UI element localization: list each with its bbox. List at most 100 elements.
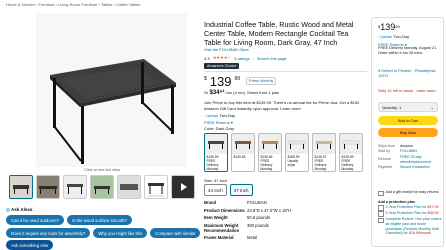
thumbnail[interactable] [36,175,60,199]
price-currency: $ [204,76,207,82]
monthly-amount: $34⁶² [209,90,225,96]
question-chip[interactable]: Can it be used outdoors? [6,215,65,225]
spec-key: Brand [204,200,217,205]
buybox-prime-badge: ✓prime Two-Day [378,34,409,39]
price-cents: 99 [234,76,241,82]
monthly-text[interactable]: /mo (4 mo). Select from 1 plan [225,90,279,95]
ratings-count[interactable]: 5 ratings [234,56,249,61]
price-cents: 99 [395,24,400,29]
seller-key: Returns [378,157,391,162]
swatch-price: $149.85 [233,154,246,159]
plan-label[interactable]: 2-Year Protection Plan for [386,205,427,209]
qty-value: 1 [399,104,402,110]
checkbox[interactable] [378,190,384,197]
question-chip[interactable]: Does it require any tools for assembly? [6,228,91,238]
product-title: Industrial Coffee Table, Rustic Wood and… [204,20,354,47]
price-whole: 139 [380,22,396,32]
rating-row: 4.3 ★★★★☆ 5 ratings | Search this page [204,55,287,61]
swatch-note: Usually ships [287,158,299,167]
color-swatch[interactable]: $139.99 FREE Delivery Monday [339,133,363,172]
size-options: 44 Inch 47 Inch [204,184,253,196]
spec-value: 300 pounds [247,222,269,228]
stock-status: Only 12 left in stock - order soon. [378,88,437,93]
video-thumbnail[interactable] [171,175,195,199]
image-caption[interactable]: Click to see full view [84,167,120,172]
size-option[interactable]: 44 Inch [204,184,227,196]
prime-offer-text[interactable]: Join Prime to buy this item at $139.99. … [204,100,366,111]
add-to-cart-button[interactable]: Add to Cart [378,116,438,125]
qty-label: Quantity: [382,104,399,110]
question-chip[interactable]: Is the wood surface smooth? [67,215,132,225]
spec-key: Product Dimensions [204,207,245,213]
product-specs: Brand FOLUBAN Product Dimensions 23.6"D x … [204,200,291,243]
delivery-info: FREE Delivery Monday, August 21. Order w… [378,46,438,55]
thumbnail[interactable] [90,175,114,199]
spec-key: Item Weight [204,215,228,220]
deliver-to-location[interactable]: ⌖ Deliver to Pioneer - Philadelphia 1912… [378,69,440,79]
price-whole: 139 [209,74,232,89]
store-link[interactable]: Visit the FOLUBAN Store [204,47,249,52]
spec-value: Metal [247,235,258,240]
checkbox[interactable] [378,217,384,224]
seller-row: Returns FREE 30-day refund/replacement [378,155,446,166]
checkbox[interactable] [378,211,384,217]
plan-label[interactable]: 3-Year Protection Plan for [386,211,427,215]
rating-value: 4.3 [204,55,210,61]
thumbnail[interactable] [144,175,168,199]
gift-receipt-option[interactable]: Add a gift receipt for easy returns [378,190,439,197]
spec-row: Frame Material Metal [204,235,291,243]
question-chip[interactable]: Compare with similar [150,228,201,238]
size-option-selected[interactable]: 47 Inch [229,184,253,196]
checkbox[interactable] [378,205,384,211]
ask-alexa-text: Ask Alexa [11,207,33,212]
monthly-payment: Or $34⁶² /mo (4 mo). Select from 1 plan [204,90,279,96]
thumbnail[interactable] [117,175,141,199]
prime-monthly-pill[interactable]: Prime Monthly [246,77,277,85]
location-text: Deliver to Pioneer - Philadelphia 19121 [378,69,436,78]
prime-label: prime [381,34,393,39]
color-swatch[interactable]: $139.99 FREE Delivery Monday [204,133,228,172]
seller-key: Payment [378,165,393,170]
ask-alexa-label: ◎ Ask Alexa [6,207,32,213]
quantity-select[interactable]: Quantity: 1 ⌄ [378,102,438,112]
alexa-icon: ◎ [6,207,10,212]
spec-key: Maximum Weight Recommendation [204,222,240,233]
prime-sub: Two-Day [219,113,236,118]
question-chips-row-1: Can it be used outdoors? Is the wood sur… [6,215,132,225]
main-product-image[interactable] [36,13,187,167]
thumbnail[interactable] [63,175,87,199]
seller-value[interactable]: Secure transaction [400,165,446,170]
color-swatches: $139.99 FREE Delivery Monday $149.85 $136… [204,133,363,172]
star-rating-icon[interactable]: ★★★★☆ [213,55,232,61]
spec-value: FOLUBAN [247,200,267,205]
monthly-prefix: Or [204,90,209,95]
color-swatch[interactable]: $149.85 [231,133,255,172]
spec-value: 23.6"D x 47.2"W x 18"H [247,207,292,213]
color-swatch[interactable]: $189.99 Usually ships [285,133,309,172]
prime-two-day-badge: ✓prime Two-Day [204,113,235,118]
buybox-price: $ 139 99 [378,23,400,32]
swatch-note: FREE Delivery Monday [206,158,219,171]
buy-now-button[interactable]: Buy Now [378,128,438,137]
question-chip[interactable]: Why you might like this [93,228,148,238]
location-pin-icon: ⌖ [378,69,381,73]
swatch-note: FREE Delivery Monday [260,158,273,171]
plan-price: $16.99/month [408,231,431,236]
thumbnail[interactable] [9,175,33,199]
chevron-down-icon: ⌄ [430,104,434,110]
divider [204,71,367,72]
color-swatch[interactable]: $148.97 FREE Delivery Monday [312,133,336,172]
color-swatch[interactable]: $136.65 FREE Delivery Monday [258,133,282,172]
search-page-link[interactable]: Search this page [257,56,287,61]
ask-something-else-button[interactable]: Ask something else [6,240,54,250]
spec-value: 50.8 pounds [247,215,271,220]
prime-label: prime [207,113,219,118]
free-returns-link[interactable]: FREE Returns ▾ [204,120,233,125]
spec-row: Item Weight 50.8 pounds [204,215,291,223]
protection-plan[interactable]: Complete Protect: One plan covers all el… [378,217,442,236]
gift-text: Add a gift receipt for easy returns [385,190,439,194]
prime-sub: Two-Day [393,34,410,39]
seller-value[interactable]: FREE 30-day refund/replacement [400,155,446,166]
breadcrumb[interactable]: Home & Kitchen › Furniture › Living Room… [6,2,140,7]
spec-row: Maximum Weight Recommendation 300 pounds [204,223,291,236]
